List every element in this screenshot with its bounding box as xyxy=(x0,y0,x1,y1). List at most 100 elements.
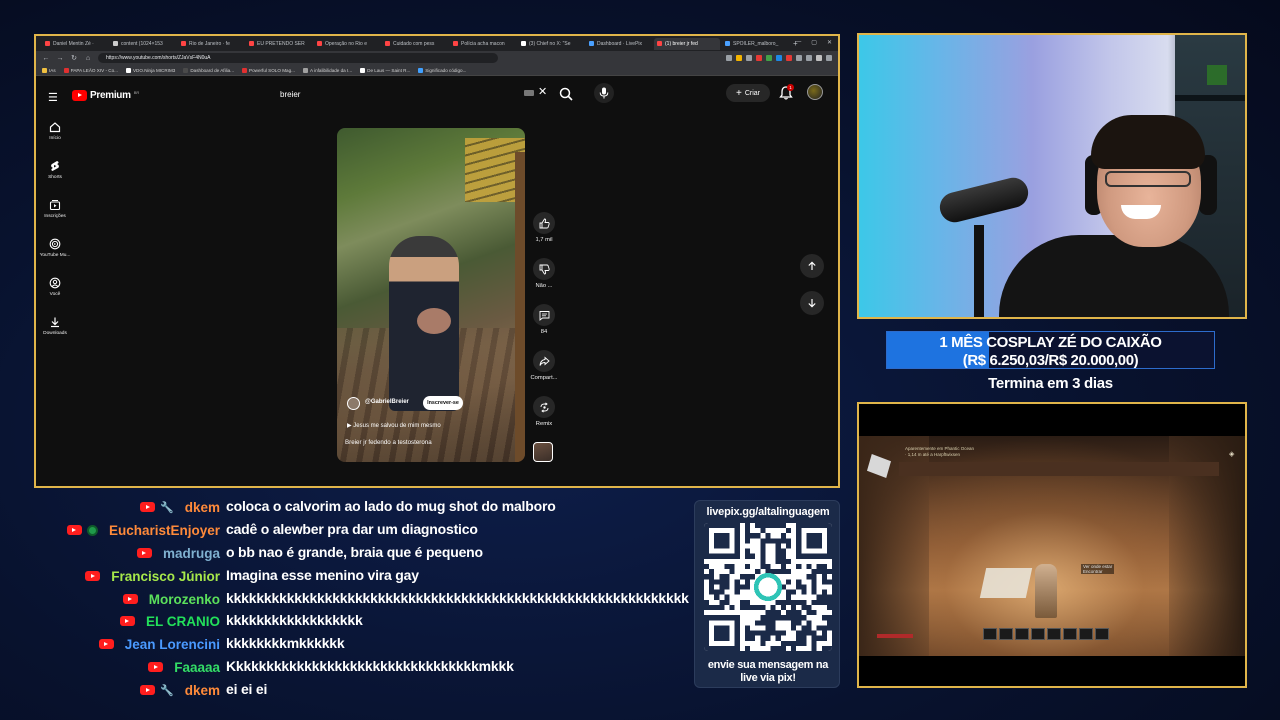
browser-tab[interactable]: Daniel Mentin Zé · xyxy=(42,38,108,50)
tab-label: (1) breier jr fed xyxy=(665,40,698,47)
chat-message: kkkkkkkkmkkkkkk xyxy=(226,635,345,651)
clear-search-icon[interactable]: ✕ xyxy=(538,85,547,98)
url-field[interactable]: https://www.youtube.com/shorts/ZJaVsF4N0… xyxy=(98,53,498,63)
extension-icon[interactable] xyxy=(796,55,802,61)
extension-icon[interactable] xyxy=(756,55,762,61)
goal-amount: (R$ 6.250,03/R$ 20.000,00) xyxy=(962,352,1139,369)
share-button[interactable]: Compart... xyxy=(528,350,560,381)
home-icon[interactable]: ⌂ xyxy=(84,55,92,62)
sidebar-item-youtube-music[interactable]: YouTube Mu... xyxy=(40,238,70,258)
maximize-icon[interactable]: ▢ xyxy=(811,39,817,46)
chat-message: kkkkkkkkkkkkkkkkkkkkkkkkkkkkkkkkkkkkkkkk… xyxy=(226,590,689,606)
bookmark-item[interactable]: De Laus — Saint R... xyxy=(360,67,410,73)
bookmark-label: IAs xyxy=(49,67,56,73)
remix-button[interactable]: Remix xyxy=(528,396,560,427)
extension-icon[interactable] xyxy=(766,55,772,61)
game-capture: Aparentemente em Phantic Ocean · 1,14 m … xyxy=(857,402,1247,688)
youtube-badge-icon xyxy=(140,502,156,512)
bookmark-label: Powerful SOLO Mag... xyxy=(249,67,295,73)
browser-tab[interactable]: (3) Chief no X: "Se xyxy=(518,38,584,50)
sidebar-item-inicio[interactable]: Início xyxy=(40,121,70,141)
reload-icon[interactable]: ↻ xyxy=(70,54,78,62)
chat-author: 🔧 dkem xyxy=(40,679,220,701)
hotbar-slot xyxy=(1047,628,1061,640)
youtube-music-icon xyxy=(49,238,61,250)
extension-icon[interactable] xyxy=(806,55,812,61)
window-controls[interactable]: — ▢ ✕ xyxy=(795,39,832,46)
extension-icon[interactable] xyxy=(786,55,792,61)
back-icon[interactable]: ← xyxy=(42,55,50,62)
extension-icon[interactable] xyxy=(746,55,752,61)
search-icon[interactable] xyxy=(558,86,574,102)
livepix-url: livepix.gg/altalinguagem xyxy=(706,506,830,518)
browser-tab[interactable]: content (1024×153 xyxy=(110,38,176,50)
like-button[interactable]: 1,7 mil xyxy=(528,212,560,243)
bookmark-item[interactable]: PAPA LEÃO XIV - Co... xyxy=(63,67,118,73)
sidebar-item-shorts[interactable]: Shorts xyxy=(40,160,70,180)
bookmark-item[interactable]: VDO.Ninja MICRIM3 xyxy=(125,67,176,73)
short-video-player[interactable]: @GabrielBreier Inscrever-se ▶ Jesus me s… xyxy=(337,128,525,462)
chat-author: 🔧 dkem xyxy=(40,496,220,518)
hamburger-menu-icon[interactable]: ☰ xyxy=(48,91,58,104)
next-short-button[interactable] xyxy=(800,291,824,315)
extension-icons xyxy=(726,55,832,61)
browser-tab[interactable]: (1) breier jr fed xyxy=(654,37,720,50)
youtube-page: ☰ Premium BR breier ✕ + Criar 1 Início S… xyxy=(36,77,838,486)
sidebar-item-voce[interactable]: Você xyxy=(40,277,70,297)
chat-author: EL CRANIO xyxy=(40,610,220,632)
livepix-cta: envie sua mensagem na xyxy=(707,659,829,671)
youtube-badge-icon xyxy=(119,616,135,626)
bookmark-item[interactable]: IAs xyxy=(42,67,56,73)
voice-search-button[interactable] xyxy=(594,83,614,103)
comments-button[interactable]: 84 xyxy=(528,304,560,335)
logo-region: BR xyxy=(133,90,140,95)
tab-label: (3) Chief no X: "Se xyxy=(529,40,571,47)
sidebar-item-inscricoes[interactable]: Inscrições xyxy=(40,199,70,219)
close-icon[interactable]: ✕ xyxy=(827,39,832,46)
channel-avatar[interactable] xyxy=(347,397,360,410)
extension-icon[interactable] xyxy=(726,55,732,61)
profile-icon[interactable] xyxy=(816,55,822,61)
sidebar-item-label: Shorts xyxy=(48,175,62,180)
browser-tab[interactable]: SPOILER_malboro_ xyxy=(722,38,788,50)
hotbar-slot xyxy=(999,628,1013,640)
bookmark-item[interactable]: A infalibilidade da I... xyxy=(302,67,352,73)
extension-icon[interactable] xyxy=(736,55,742,61)
dislike-button[interactable]: Não ... xyxy=(528,258,560,289)
browser-tab[interactable]: Operação no Rio e xyxy=(314,38,380,50)
account-avatar[interactable] xyxy=(807,84,823,100)
create-button[interactable]: + Criar xyxy=(726,84,770,102)
keyboard-icon[interactable] xyxy=(524,90,534,96)
forward-icon[interactable]: → xyxy=(56,55,64,62)
browser-tab[interactable]: EU PRETENDO SER xyxy=(246,38,312,50)
hotbar-slot xyxy=(1063,628,1077,640)
game-scroll xyxy=(979,568,1033,598)
extension-icon[interactable] xyxy=(776,55,782,61)
browser-tab[interactable]: Cuidado com pess xyxy=(382,38,448,50)
sound-thumbnail[interactable] xyxy=(533,442,553,462)
sidebar-item-label: Início xyxy=(49,136,61,141)
bookmark-item[interactable]: Dashboard de Afilia... xyxy=(183,67,234,73)
browser-tab[interactable]: Dashboard · LivePix xyxy=(586,38,652,50)
tab-favicon-icon xyxy=(385,41,390,46)
you-icon xyxy=(49,277,61,289)
subscribe-button[interactable]: Inscrever-se xyxy=(423,396,463,410)
tab-label: Daniel Mentin Zé · xyxy=(53,40,94,47)
menu-icon[interactable] xyxy=(826,55,832,61)
browser-tab[interactable]: Rio de Janeiro · fe xyxy=(178,38,244,50)
bookmark-item[interactable]: Powerful SOLO Mag... xyxy=(242,67,295,73)
bookmark-label: VDO.Ninja MICRIM3 xyxy=(132,67,176,73)
hotbar-slot xyxy=(983,628,997,640)
search-input[interactable]: breier xyxy=(272,85,550,103)
webcam-microphone xyxy=(936,174,1032,226)
youtube-premium-logo[interactable]: Premium BR xyxy=(72,90,139,101)
sidebar-item-downloads[interactable]: Downloads xyxy=(40,316,70,336)
channel-name[interactable]: @GabrielBreier xyxy=(365,399,409,405)
minimize-icon[interactable]: — xyxy=(795,39,801,46)
short-song[interactable]: ▶ Jesus me salvou de mim mesmo xyxy=(347,422,441,429)
previous-short-button[interactable] xyxy=(800,254,824,278)
tab-favicon-icon xyxy=(45,41,50,46)
bookmark-item[interactable]: Significado código... xyxy=(418,67,466,73)
browser-tab[interactable]: Polícia acha macon xyxy=(450,38,516,50)
bookmark-favicon-icon xyxy=(302,67,308,73)
